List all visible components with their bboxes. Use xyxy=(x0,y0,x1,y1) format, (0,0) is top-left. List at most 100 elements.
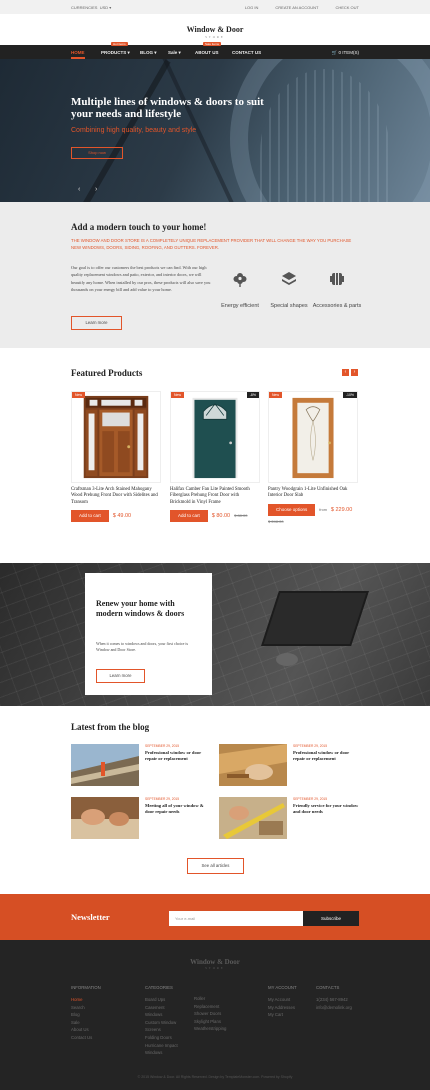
product-card[interactable]: New -8% Halifax Camber Fan Lite Painted … xyxy=(170,391,260,522)
renew-banner: Renew your home with modern windows & do… xyxy=(0,563,430,706)
new-badge: New xyxy=(72,392,86,398)
blog-post-title[interactable]: Professional window or door repair or re… xyxy=(145,750,213,763)
footer-categories-col2: Roller Replacement Shower Doors Skylight… xyxy=(194,995,226,1033)
footer-link-home[interactable]: Home xyxy=(71,996,101,1004)
blog-post-title[interactable]: Meeting all of your window & door repair… xyxy=(145,803,213,816)
newsletter-section: Newsletter Your e-mail Subscribe xyxy=(0,894,430,940)
carousel-next-icon[interactable]: › xyxy=(351,369,358,376)
header: Window & Door STORE xyxy=(0,14,430,45)
blog-thumbnail[interactable] xyxy=(219,797,287,839)
new-badge: New xyxy=(269,392,283,398)
nav-products-label: PRODUCTS xyxy=(101,50,127,55)
nav-sale[interactable]: Sale ▾ xyxy=(168,50,181,56)
renew-learn-more-button[interactable]: Learn more xyxy=(96,669,145,683)
nav-blog[interactable]: BLOG ▾ xyxy=(140,50,157,56)
footer-link-my-account[interactable]: My Account xyxy=(268,996,297,1004)
about-section: Add a modern touch to your home! THE WIN… xyxy=(0,202,430,348)
blog-thumbnail[interactable] xyxy=(219,744,287,786)
blog-post[interactable]: SEPTEMBER 29, 2015 Professional window o… xyxy=(219,744,359,786)
footer-category-link[interactable]: Shower Doors xyxy=(194,1010,226,1018)
nav-home[interactable]: HOME xyxy=(71,50,85,55)
footer-email-link[interactable]: info@demolink.org xyxy=(316,1004,352,1012)
cart-count: 0 ITEM(S) xyxy=(338,50,359,55)
add-to-cart-button[interactable]: Add to cart xyxy=(71,509,109,522)
carousel-prev-icon[interactable]: ‹ xyxy=(342,369,349,376)
blog-thumbnail[interactable] xyxy=(71,744,139,786)
see-all-articles-button[interactable]: See all articles xyxy=(187,858,244,874)
footer-link-blog[interactable]: Blog xyxy=(71,1011,101,1019)
nav-blog-label: BLOG xyxy=(140,50,153,55)
blog-post[interactable]: SEPTEMBER 29, 2015 Professional window o… xyxy=(71,744,211,786)
product-card[interactable]: New -10% Pantry Woodgrain 1-Lite Unfinis… xyxy=(268,391,358,524)
footer-category-link[interactable]: Hurricane Impact xyxy=(145,1042,178,1050)
footer-link-search[interactable]: Search xyxy=(71,1004,101,1012)
footer-category-link[interactable]: Windows xyxy=(145,1049,178,1057)
wood-door-image xyxy=(83,395,149,479)
footer-category-link[interactable]: Skylight Plans xyxy=(194,1018,226,1026)
product-image[interactable]: New xyxy=(71,391,161,483)
footer-link-cart[interactable]: My Cart xyxy=(268,1011,297,1019)
product-name[interactable]: Halifax Camber Fan Lite Painted Smooth F… xyxy=(170,487,260,506)
subscribe-button[interactable]: Subscribe xyxy=(303,911,359,926)
create-account-link[interactable]: CREATE AN ACCOUNT xyxy=(275,5,318,10)
blog-post-title[interactable]: Professional window or door repair or re… xyxy=(293,750,361,763)
footer-category-link[interactable]: Windows xyxy=(145,1011,178,1019)
blog-thumbnail[interactable] xyxy=(71,797,139,839)
teal-door-image xyxy=(192,397,238,479)
hero-subtitle: Combining high quality, beauty and style xyxy=(71,127,197,134)
product-card[interactable]: New Craftsman 3-Lite Arch Stained Mahoga… xyxy=(71,391,161,522)
footer-category-link[interactable]: Casement xyxy=(145,1004,178,1012)
cart-link[interactable]: 🛒 0 ITEM(S) xyxy=(332,50,359,56)
shop-now-button[interactable]: Shop now xyxy=(71,147,123,159)
nav-products[interactable]: PRODUCTS ▾ xyxy=(101,50,130,56)
product-old-price: $ 88.00 xyxy=(234,513,248,519)
footer-link-addresses[interactable]: My Addresses xyxy=(268,1004,297,1012)
footer-heading: INFORMATION xyxy=(71,985,101,990)
slider-next-icon[interactable]: › xyxy=(95,186,97,193)
blueprint-background xyxy=(0,563,430,706)
currency-value[interactable]: USD xyxy=(100,5,108,10)
login-link[interactable]: LOG IN xyxy=(245,5,259,10)
blog-post-title[interactable]: Friendly service for your window and doo… xyxy=(293,803,361,816)
feature-accessories: Accessories & parts xyxy=(307,271,367,310)
product-price: $ 80.00 xyxy=(211,512,231,519)
footer-logo[interactable]: Window & Door STORE xyxy=(0,958,430,970)
footer-category-link[interactable]: Board Ups xyxy=(145,996,178,1004)
footer-category-link[interactable]: Weatherstripping xyxy=(194,1025,226,1033)
footer-link-contact[interactable]: Contact Us xyxy=(71,1034,101,1042)
renew-title: Renew your home with modern windows & do… xyxy=(96,599,185,618)
product-price: $ 229.00 xyxy=(330,506,353,513)
currency-selector[interactable]: CURRENCIES USD ▾ xyxy=(71,5,111,10)
renew-body: When it comes to windows and doors, your… xyxy=(96,641,189,653)
logo-subtext: STORE xyxy=(205,35,225,39)
product-name[interactable]: Craftsman 3-Lite Arch Stained Mahogany W… xyxy=(71,487,161,506)
footer-link-about[interactable]: About Us xyxy=(71,1026,101,1034)
footer-category-link[interactable]: Custom Window xyxy=(145,1019,178,1027)
footer-category-link[interactable]: Roller xyxy=(194,995,226,1003)
nav-about[interactable]: ABOUT US xyxy=(195,50,219,55)
footer: Window & Door STORE INFORMATION Home Sea… xyxy=(0,940,430,1090)
footer-category-link[interactable]: Replacement xyxy=(194,1003,226,1011)
footer-category-link[interactable]: Screens xyxy=(145,1026,178,1034)
feature-accessories-label: Accessories & parts xyxy=(312,303,362,309)
logo[interactable]: Window & Door STORE xyxy=(0,25,430,39)
footer-category-link[interactable]: Folding Doors xyxy=(145,1034,178,1042)
blog-post[interactable]: SEPTEMBER 29, 2015 Friendly service for … xyxy=(219,797,359,839)
newsletter-email-input[interactable]: Your e-mail xyxy=(169,911,303,926)
product-image[interactable]: New -8% xyxy=(170,391,260,483)
discount-badge: -8% xyxy=(246,392,259,398)
product-name[interactable]: Pantry Woodgrain 1-Lite Unfinished Oak I… xyxy=(268,487,358,500)
nav-contact[interactable]: CONTACT US xyxy=(232,50,261,55)
product-image[interactable]: New -10% xyxy=(268,391,358,483)
blog-post[interactable]: SEPTEMBER 29, 2015 Meeting all of your w… xyxy=(71,797,211,839)
checkout-link[interactable]: CHECK OUT xyxy=(335,5,359,10)
about-learn-more-button[interactable]: Learn more xyxy=(71,316,122,330)
slider-prev-icon[interactable]: ‹ xyxy=(78,186,80,193)
layers-icon xyxy=(282,272,296,285)
footer-link-sale[interactable]: Sale xyxy=(71,1019,101,1027)
blog-post-date: SEPTEMBER 29, 2015 xyxy=(293,797,328,801)
add-to-cart-button[interactable]: Add to cart xyxy=(170,509,208,522)
laptop-image xyxy=(261,591,369,646)
choose-options-button[interactable]: Choose options xyxy=(268,503,316,516)
about-body: Our goal is to offer our customers the b… xyxy=(71,265,211,292)
